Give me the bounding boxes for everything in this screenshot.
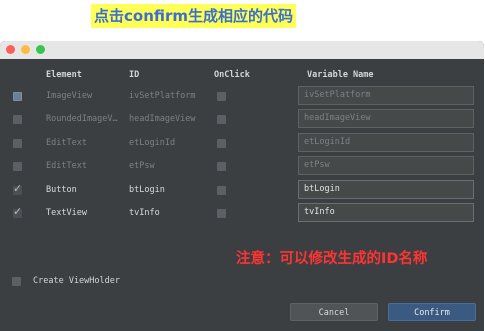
onclick-checkbox[interactable] — [217, 92, 226, 101]
variable-name-input[interactable]: etLoginId — [298, 132, 474, 152]
variable-name-input[interactable]: headImageView — [298, 109, 474, 129]
table-row[interactable]: RoundedImageV… headImageView headImageView — [4, 108, 480, 131]
close-window-button[interactable] — [6, 45, 15, 54]
cancel-button[interactable]: Cancel — [290, 303, 378, 321]
id-cell: headImageView — [129, 114, 196, 125]
table-row[interactable]: EditText etPsw etPsw — [4, 155, 480, 178]
row-select-checkbox[interactable]: ✓ — [13, 205, 23, 218]
table-row[interactable]: EditText etLoginId etLoginId — [4, 132, 480, 155]
table-row[interactable]: ImageView ivSetPlatform ivSetPlatform — [4, 85, 480, 108]
zoom-window-button[interactable] — [36, 45, 45, 54]
row-select-checkbox[interactable] — [13, 162, 22, 172]
top-caption: 点击confirm生成相应的代码 — [91, 4, 297, 28]
id-cell: etLoginId — [129, 137, 176, 148]
row-select-checkbox[interactable]: ✓ — [13, 181, 23, 195]
element-cell: TextView — [46, 208, 87, 218]
minimize-window-button[interactable] — [21, 45, 30, 54]
element-cell: ImageView — [46, 91, 93, 101]
header-onclick: OnClick — [214, 70, 250, 80]
confirm-button[interactable]: Confirm — [388, 303, 476, 321]
element-cell: Button — [46, 184, 77, 195]
variable-name-input[interactable]: etPsw — [298, 156, 474, 176]
id-cell: etPsw — [129, 161, 155, 172]
views-table: Element ID OnClick Variable Name ImageVi… — [4, 61, 480, 277]
note-text: 注意：可以修改生成的ID名称 — [236, 251, 428, 267]
title-bar — [0, 41, 484, 59]
element-cell: EditText — [46, 137, 87, 148]
variable-name-input[interactable]: ivSetPlatform — [298, 86, 474, 105]
header-id: ID — [129, 70, 140, 80]
table-row[interactable]: ✓ Button btLogin btLogin — [4, 179, 480, 202]
checkmark-icon: ✓ — [13, 205, 23, 218]
id-cell: ivSetPlatform — [129, 91, 196, 101]
dialog-window: Element ID OnClick Variable Name ImageVi… — [0, 41, 484, 331]
variable-name-input[interactable]: tvInfo — [298, 203, 474, 222]
onclick-checkbox[interactable] — [217, 162, 226, 172]
onclick-checkbox[interactable] — [217, 115, 226, 125]
element-cell: EditText — [46, 161, 87, 172]
onclick-checkbox[interactable] — [217, 138, 226, 148]
row-select-checkbox[interactable] — [13, 115, 22, 125]
create-viewholder-checkbox[interactable] — [12, 277, 21, 286]
onclick-checkbox[interactable] — [217, 209, 226, 218]
id-cell: tvInfo — [129, 208, 160, 218]
table-row[interactable]: ✓ TextView tvInfo tvInfo — [4, 202, 480, 225]
element-cell: RoundedImageV… — [46, 114, 118, 125]
create-viewholder-label: Create ViewHolder — [33, 276, 120, 286]
row-select-checkbox[interactable] — [13, 92, 22, 101]
checkmark-icon: ✓ — [13, 181, 23, 195]
variable-name-input[interactable]: btLogin — [298, 179, 474, 199]
row-select-checkbox[interactable] — [13, 138, 22, 148]
id-cell: btLogin — [129, 184, 165, 195]
header-variable-name: Variable Name — [307, 70, 374, 80]
onclick-checkbox[interactable] — [217, 185, 226, 195]
header-element: Element — [46, 70, 82, 80]
